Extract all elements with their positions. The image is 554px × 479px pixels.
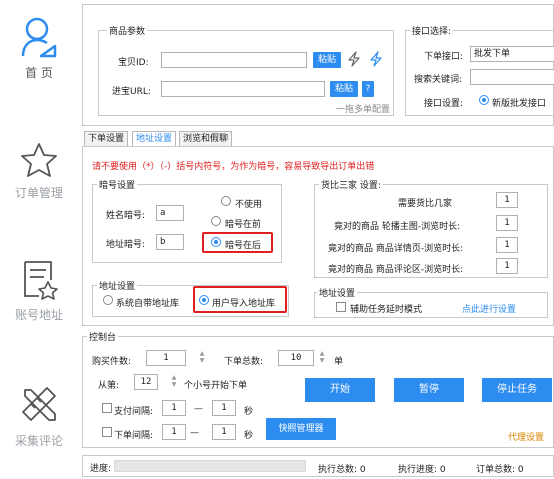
delay-settings-link[interactable]: 点此进行设置 — [462, 302, 516, 315]
help-button[interactable]: ? — [362, 81, 374, 97]
proxy-settings-link[interactable]: 代理设置 — [508, 430, 544, 443]
keyword-input[interactable] — [470, 69, 554, 85]
code-back-label: 暗号在后 — [225, 241, 262, 251]
console-legend: 控制台 — [89, 333, 117, 343]
assist-delay-label: 辅助任务延时模式 — [350, 305, 423, 315]
buy-count-input[interactable]: 1 — [146, 350, 186, 366]
order-interval-checkbox[interactable] — [102, 427, 112, 437]
multi-order-note[interactable]: 一拖多单配置 — [336, 102, 390, 115]
lightning-blue-icon[interactable] — [368, 51, 384, 70]
lightning-icon[interactable] — [346, 51, 362, 70]
start-from-label: 从第: — [98, 381, 120, 391]
name-code-input[interactable]: a — [156, 205, 184, 221]
pay-interval-checkbox[interactable] — [102, 403, 112, 413]
symbol-warning: 请不要使用（*）（-）括号内符号，为作为暗号，容易导致导出订单出错 — [92, 162, 375, 172]
stop-task-button[interactable]: 停止任务 — [482, 378, 552, 402]
ruler-pencil-icon — [22, 387, 56, 421]
pay-interval-unit: 秒 — [244, 407, 254, 417]
compare-count-label: 需要货比几家 — [398, 199, 453, 209]
user-addr-label: 用户导入地址库 — [212, 299, 276, 309]
compare-count-input[interactable]: 1 — [496, 192, 518, 208]
star-icon — [21, 143, 57, 177]
compare-legend: 货比三家 设置: — [321, 181, 381, 191]
new-api-radio[interactable] — [479, 95, 489, 105]
api-select-legend: 接口选择: — [412, 27, 452, 37]
code-none-label: 不使用 — [235, 200, 263, 210]
detail-time-input[interactable]: 1 — [496, 237, 518, 253]
buy-count-label: 购买件数: — [92, 357, 132, 367]
tab-browse-chat[interactable]: 浏览和假聊 — [179, 131, 233, 147]
api-settings-label: 接口设置: — [424, 99, 464, 109]
review-time-input[interactable]: 1 — [496, 258, 518, 274]
detail-time-label: 竟对的商品 商品详情页-浏览时长: — [328, 244, 464, 254]
carousel-time-input[interactable]: 1 — [496, 215, 518, 231]
baobei-id-input[interactable] — [161, 52, 307, 68]
pay-interval-min[interactable]: 1 — [162, 400, 186, 416]
paste-url-button[interactable]: 粘贴 — [330, 81, 358, 97]
code-front-radio[interactable] — [211, 216, 221, 226]
total-orders-input[interactable]: 10 — [278, 350, 314, 366]
start-button[interactable]: 开始 — [305, 378, 375, 402]
total-orders-stepper[interactable]: ▲ ▼ — [318, 350, 326, 366]
pay-interval-label: 支付间隔: — [114, 407, 154, 417]
system-addr-label: 系统自带地址库 — [116, 299, 180, 309]
progress-label: 进度: — [90, 464, 112, 474]
order-interval-min[interactable]: 1 — [162, 424, 186, 440]
nav-home-label: 首 页 — [25, 66, 53, 80]
exec-total: 执行总数: 0 — [318, 465, 366, 475]
pay-interval-dash: — — [194, 404, 203, 414]
pay-interval-max[interactable]: 1 — [212, 400, 236, 416]
keyword-label: 搜索关键词: — [414, 75, 463, 85]
new-api-label: 新版批发接口 — [492, 99, 547, 109]
nav-reviews-label: 采集评论 — [14, 434, 63, 448]
system-addr-radio[interactable] — [103, 295, 113, 305]
secret-code-legend: 暗号设置 — [99, 181, 136, 191]
total-orders-label: 下单总数: — [224, 357, 264, 367]
address-source-legend: 地址设置 — [99, 282, 136, 292]
product-params-legend: 商品参数 — [109, 27, 146, 37]
order-interval-max[interactable]: 1 — [212, 424, 236, 440]
order-total: 订单总数: 0 — [476, 465, 524, 475]
assist-delay-checkbox[interactable] — [336, 302, 346, 312]
code-front-label: 暗号在前 — [225, 220, 262, 230]
snapshot-manager-button[interactable]: 快照管理器 — [266, 418, 336, 440]
buy-count-stepper[interactable]: ▲ ▼ — [198, 350, 206, 366]
delay-mode-legend: 地址设置 — [319, 289, 356, 299]
name-code-label: 姓名暗号: — [106, 211, 146, 221]
nav-reviews[interactable]: 采集评论 — [0, 382, 78, 449]
nav-accounts[interactable]: 账号地址 — [0, 258, 78, 323]
document-star-icon — [24, 261, 58, 300]
start-from-stepper[interactable]: ▲ ▼ — [170, 374, 178, 390]
url-input[interactable] — [161, 81, 325, 97]
carousel-time-label: 竟对的商品 轮播主图-浏览时长: — [334, 222, 461, 232]
nav-home[interactable]: 首 页 — [0, 16, 78, 81]
user-addr-radio[interactable] — [199, 295, 209, 305]
order-interval-dash: — — [190, 428, 199, 438]
nav-accounts-label: 账号地址 — [14, 308, 63, 322]
order-api-label: 下单接口: — [424, 52, 464, 62]
order-interval-label: 下单间隔: — [114, 431, 154, 441]
review-time-label: 竟对的商品 商品评论区-浏览时长: — [328, 265, 464, 275]
user-icon — [21, 17, 57, 58]
nav-orders[interactable]: 订单管理 — [0, 140, 78, 201]
addr-code-label: 地址暗号: — [106, 240, 146, 250]
sidebar: 首 页 订单管理 账号地址 采集评论 — [0, 0, 78, 479]
nav-orders-label: 订单管理 — [14, 186, 63, 200]
main-area: 商品参数 宝贝ID: 粘贴 进宝URL: 粘贴 ? 一拖多单配置 接口选择: 下… — [78, 0, 554, 479]
tab-order-settings[interactable]: 下单设置 — [84, 131, 129, 147]
addr-code-input[interactable]: b — [156, 234, 184, 250]
pause-button[interactable]: 暂停 — [394, 378, 464, 402]
progress-bar — [114, 460, 306, 472]
paste-baobei-button[interactable]: 粘贴 — [313, 52, 341, 68]
code-back-radio[interactable] — [211, 237, 221, 247]
order-interval-unit: 秒 — [244, 431, 254, 441]
exec-progress: 执行进度: 0 — [398, 465, 446, 475]
start-from-suffix: 个小号开始下单 — [184, 381, 248, 391]
baobei-id-label: 宝贝ID: — [118, 58, 149, 68]
order-api-select[interactable]: 批发下单 — [470, 46, 554, 62]
url-label: 进宝URL: — [112, 87, 151, 97]
code-none-radio[interactable] — [221, 196, 231, 206]
start-from-input[interactable]: 12 — [134, 374, 158, 390]
total-orders-unit: 单 — [334, 357, 344, 367]
